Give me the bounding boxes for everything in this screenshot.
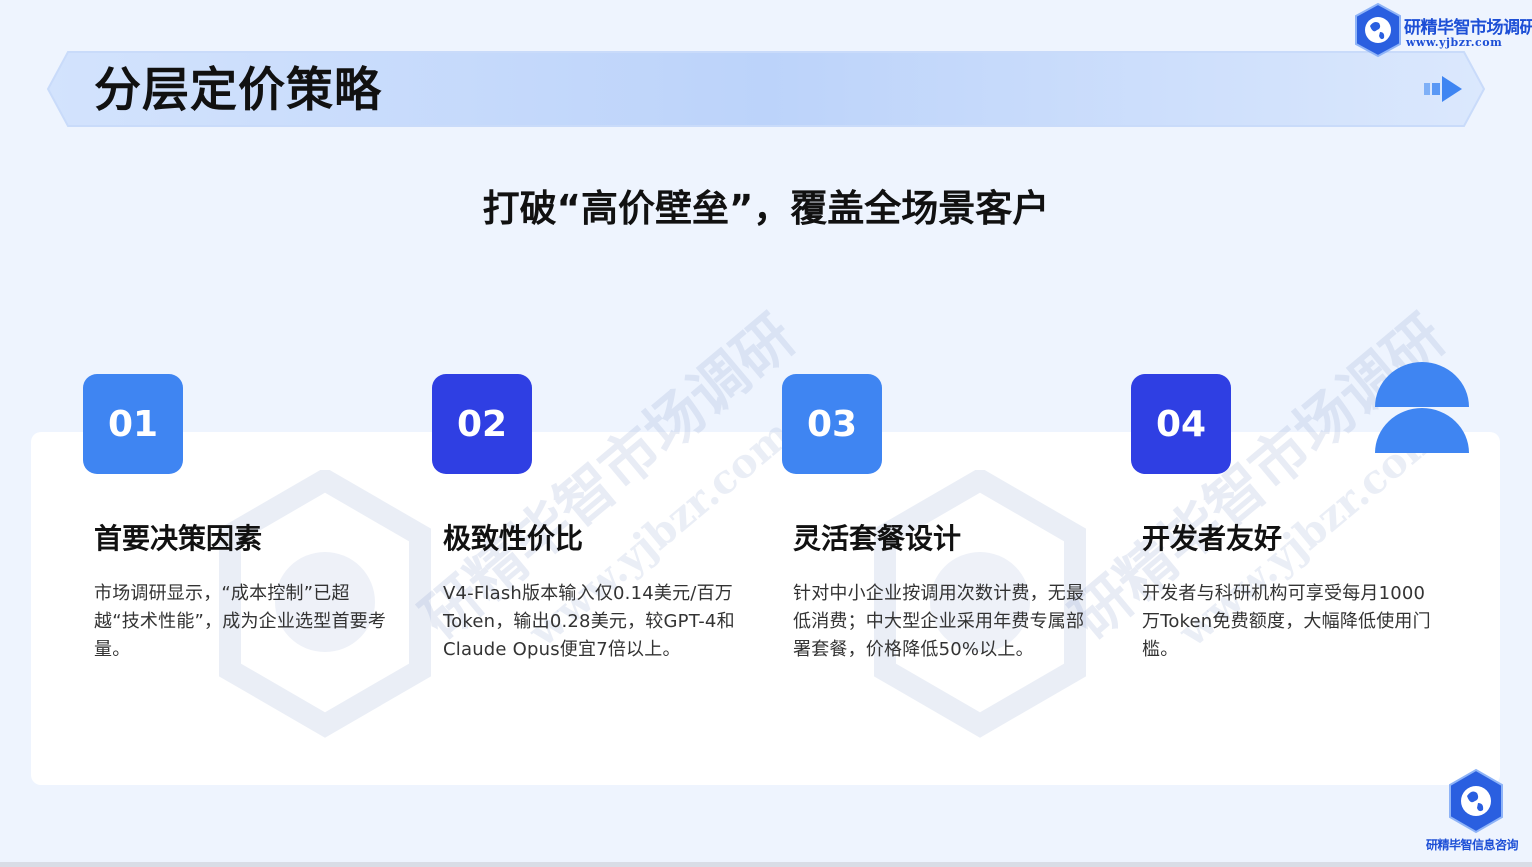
page-title: 分层定价策略 bbox=[94, 63, 382, 118]
slide: 分层定价策略 研精毕智市场调研 www.yjbzr.com 打破“高价壁垒”，覆… bbox=[0, 0, 1532, 867]
number-badge-02: 02 bbox=[432, 374, 532, 474]
decorative-half-circles bbox=[1374, 361, 1470, 459]
item-description: V4-Flash版本输入仅0.14美元/百万Token，输出0.28美元，较GP… bbox=[443, 583, 735, 660]
arrow-right-icon bbox=[1424, 74, 1464, 108]
item-description: 市场调研显示，“成本控制”已超越“技术性能”，成为企业选型首要考量。 bbox=[94, 583, 387, 660]
number-badge-04: 04 bbox=[1131, 374, 1231, 474]
item-title: 首要决策因素 bbox=[94, 522, 263, 555]
globe-hexagon-icon bbox=[1355, 2, 1401, 58]
bottom-divider bbox=[0, 862, 1532, 867]
item-title: 灵活套餐设计 bbox=[793, 522, 962, 555]
logo-url: www.yjbzr.com bbox=[1406, 36, 1503, 49]
item-description: 开发者与科研机构可享受每月1000万Token免费额度，大幅降低使用门槛。 bbox=[1142, 583, 1431, 660]
item-title: 极致性价比 bbox=[443, 522, 584, 555]
company-logo: 研精毕智市场调研 www.yjbzr.com bbox=[1352, 2, 1532, 60]
globe-hexagon-icon bbox=[1449, 768, 1503, 834]
item-description: 针对中小企业按调用次数计费，无最低消费；中大型企业采用年费专属部署套餐，价格降低… bbox=[793, 583, 1085, 660]
number-badge-01: 01 bbox=[83, 374, 183, 474]
subtitle: 打破“高价壁垒”，覆盖全场景客户 bbox=[482, 187, 1050, 230]
item-title: 开发者友好 bbox=[1142, 522, 1283, 555]
company-logo-bottom: 研精毕智信息咨询 bbox=[1424, 768, 1528, 854]
logo-bottom-name: 研精毕智信息咨询 bbox=[1426, 838, 1519, 852]
logo-name: 研精毕智市场调研 bbox=[1404, 18, 1532, 38]
number-badge-03: 03 bbox=[782, 374, 882, 474]
